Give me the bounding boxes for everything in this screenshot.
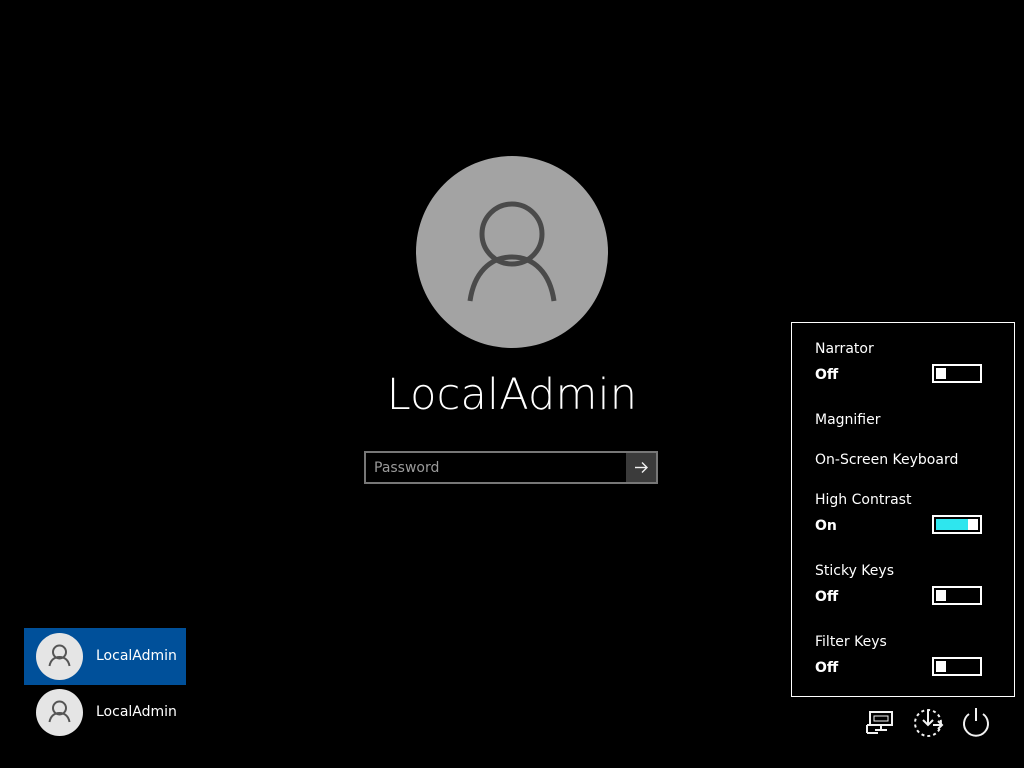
submit-password-button[interactable] [626,453,656,482]
sticky-keys-toggle[interactable] [932,586,982,605]
narrator-label: Narrator [815,341,874,357]
network-icon [866,711,893,734]
high-contrast-label: High Contrast [815,492,912,508]
toggle-knob [936,368,946,379]
toggle-knob [968,519,978,530]
filter-keys-toggle[interactable] [932,657,982,676]
power-icon [963,708,989,737]
user-icon [48,700,71,723]
account-label: LocalAdmin [96,648,177,664]
account-tile-localadmin[interactable]: LocalAdmin [24,684,186,741]
high-contrast-state: On [815,518,837,534]
toggle-fill [936,519,968,530]
arrow-right-icon [635,462,648,473]
account-avatar [36,689,83,736]
account-tile-localadmin-selected[interactable]: LocalAdmin [24,628,186,685]
ease-of-access-icon [914,709,944,737]
filter-keys-state: Off [815,660,839,676]
account-avatar [36,633,83,680]
user-icon [467,201,557,302]
windows-login-screen: LocalAdmin LocalAdmin LocalAdmin Narrato… [0,0,1024,768]
narrator-state: Off [815,367,839,383]
sticky-keys-label: Sticky Keys [815,563,894,579]
toggle-knob [936,590,946,601]
password-input[interactable] [366,453,628,482]
sticky-keys-state: Off [815,589,839,605]
toggle-knob [936,661,946,672]
high-contrast-toggle[interactable] [932,515,982,534]
ease-of-access-button[interactable] [909,703,947,741]
network-button[interactable] [862,703,900,741]
on-screen-keyboard-option[interactable]: On-Screen Keyboard [815,450,958,470]
magnifier-option[interactable]: Magnifier [815,410,881,430]
filter-keys-label: Filter Keys [815,634,887,650]
selected-user-avatar [416,156,608,348]
narrator-toggle[interactable] [932,364,982,383]
ease-of-access-panel: Narrator Off Magnifier On-Screen Keyboar… [791,322,1015,697]
power-button[interactable] [957,703,995,741]
password-box [364,451,658,484]
login-username: LocalAdmin [386,370,638,420]
user-icon [48,644,71,667]
account-label: LocalAdmin [96,704,177,720]
